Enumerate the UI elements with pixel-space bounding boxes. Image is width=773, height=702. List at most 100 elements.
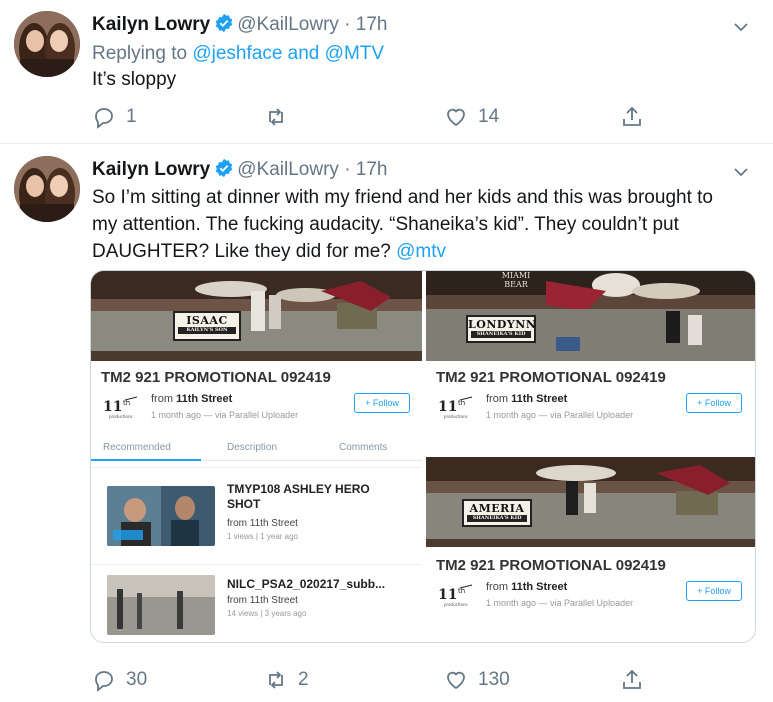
tweet-time[interactable]: · 17h [344, 159, 387, 180]
name-sign: ISAAC KAILYN'S SON [173, 311, 241, 341]
replying-prefix: Replying to [92, 43, 188, 64]
tweet-actions: 30 2 130 [92, 667, 662, 693]
svg-text:productions: productions [109, 414, 133, 419]
svg-text:th: th [123, 399, 130, 407]
like-count: 130 [478, 669, 510, 690]
svg-text:th: th [458, 587, 465, 595]
share-button[interactable] [620, 667, 644, 693]
sign-name: LONDYNN [468, 318, 537, 331]
upload-meta: 1 month ago — via Parallel Uploader [486, 598, 634, 608]
video-thumbnail [107, 486, 215, 546]
heart-icon [447, 108, 465, 127]
tweet-2[interactable]: Kailyn Lowry @KailLowry · 17h So I’m sitt… [0, 145, 773, 702]
chevron-down-icon[interactable] [731, 17, 751, 37]
channel-line: from 11th Street [486, 393, 567, 405]
from-prefix: from [151, 393, 173, 405]
retweet-button[interactable] [264, 104, 298, 130]
name-sign: LONDYNN SHANEIKA'S KID [466, 315, 536, 343]
channel-line: from 11th Street [486, 581, 567, 593]
tab-recommended[interactable]: Recommended [103, 442, 171, 453]
media-image-1[interactable]: ISAAC KAILYN'S SON TM2 921 PROMOTIONAL 0… [91, 271, 422, 467]
video-title: NILC_PSA2_020217_subb... [227, 577, 386, 591]
video-title: TM2 921 PROMOTIONAL 092419 [101, 369, 331, 386]
tweet-header: Kailyn Lowry @KailLowry · 17h [92, 158, 388, 185]
channel-logo-icon: 11 th productions [438, 396, 473, 419]
video-title: TMYP108 ASHLEY HERO SHOT [227, 482, 370, 512]
tweet-text: It’s sloppy [92, 69, 177, 90]
list-item[interactable]: NILC_PSA2_020217_subb... from 11th Stree… [91, 564, 422, 642]
tweet-text-segment: DAUGHTER? Like they did for me? [92, 241, 391, 262]
like-button[interactable]: 14 [444, 104, 499, 130]
channel-name[interactable]: 11th Street [511, 393, 567, 405]
media-grid[interactable]: ISAAC KAILYN'S SON TM2 921 PROMOTIONAL 0… [90, 270, 756, 643]
replying-to-link[interactable]: @jeshface and @MTV [192, 43, 384, 64]
author-name[interactable]: Kailyn Lowry [92, 159, 210, 180]
reply-icon [95, 671, 113, 692]
video-tabs [426, 437, 755, 455]
video-title-line: TMYP108 ASHLEY HERO [227, 482, 370, 496]
verified-badge-icon [214, 158, 234, 185]
share-icon [623, 669, 641, 689]
video-meta: 1 views | 1 year ago [227, 532, 299, 541]
share-button[interactable] [620, 104, 644, 130]
svg-text:productions: productions [444, 602, 468, 607]
video-meta: 14 views | 3 years ago [227, 609, 307, 618]
follow-button[interactable]: + Follow [686, 581, 742, 601]
tab-description[interactable]: Description [227, 442, 277, 453]
author-handle[interactable]: @KailLowry [237, 159, 339, 180]
upload-meta: 1 month ago — via Parallel Uploader [486, 410, 634, 420]
channel-name[interactable]: 11th Street [176, 393, 232, 405]
media-image-2[interactable]: MIAMI BEAR LONDYNN SHANEIKA'S KID TM2 92… [425, 271, 755, 455]
upload-meta: 1 month ago — via Parallel Uploader [151, 410, 299, 420]
tweet-text-line: my attention. The fucking audacity. “Sha… [92, 214, 679, 235]
media-image-4[interactable]: TMYP108 ASHLEY HERO SHOT from 11th Stree… [91, 467, 422, 642]
share-icon [623, 106, 641, 126]
svg-text:th: th [458, 399, 465, 407]
avatar[interactable] [14, 156, 80, 222]
author-handle[interactable]: @KailLowry [237, 14, 339, 35]
like-count: 14 [478, 106, 500, 127]
chevron-down-icon[interactable] [731, 162, 751, 182]
sign-subtitle: SHANEIKA'S KID [467, 515, 527, 522]
mention-link[interactable]: @mtv [396, 241, 446, 262]
svg-text:11: 11 [103, 399, 122, 415]
reply-button[interactable]: 30 [92, 667, 147, 693]
svg-text:11: 11 [438, 399, 457, 415]
sign-name: AMERIA [469, 502, 525, 515]
retweet-icon [269, 108, 283, 126]
video-thumbnail [107, 575, 215, 635]
tab-comments[interactable]: Comments [339, 442, 387, 453]
reply-button[interactable]: 1 [92, 104, 137, 130]
photo-teppanyaki: MIAMI BEAR LONDYNN SHANEIKA'S KID [426, 271, 755, 361]
tweet-text-line: So I’m sitting at dinner with my friend … [92, 187, 713, 208]
media-image-3[interactable]: AMERIA SHANEIKA'S KID TM2 921 PROMOTIONA… [425, 457, 755, 642]
video-title-line: SHOT [227, 497, 261, 511]
author-name[interactable]: Kailyn Lowry [92, 14, 210, 35]
list-item[interactable]: TMYP108 ASHLEY HERO SHOT from 11th Stree… [91, 480, 422, 560]
follow-button[interactable]: + Follow [686, 393, 742, 413]
tweet-1[interactable]: Kailyn Lowry @KailLowry · 17h Replying to… [0, 0, 773, 144]
retweet-button[interactable]: 2 [264, 667, 309, 693]
sign-name: ISAAC [186, 314, 228, 327]
reply-icon [95, 108, 113, 129]
follow-button[interactable]: + Follow [354, 393, 410, 413]
sign-subtitle: KAILYN'S SON [178, 327, 236, 334]
photo-teppanyaki: AMERIA SHANEIKA'S KID [426, 457, 755, 547]
video-title: TM2 921 PROMOTIONAL 092419 [436, 369, 666, 386]
svg-text:11: 11 [438, 587, 457, 603]
name-sign: AMERIA SHANEIKA'S KID [462, 499, 532, 527]
photo-teppanyaki: ISAAC KAILYN'S SON [91, 271, 422, 361]
video-channel: from 11th Street [227, 595, 298, 606]
channel-logo-icon: 11 th productions [103, 396, 138, 419]
channel-name[interactable]: 11th Street [511, 581, 567, 593]
avatar[interactable] [14, 11, 80, 77]
active-tab-indicator [91, 459, 201, 461]
svg-text:productions: productions [444, 414, 468, 419]
video-title: TM2 921 PROMOTIONAL 092419 [436, 557, 666, 574]
tweet-header: Kailyn Lowry @KailLowry · 17h [92, 13, 388, 40]
tweet-time[interactable]: · 17h [344, 14, 387, 35]
like-button[interactable]: 130 [444, 667, 510, 693]
channel-line: from 11th Street [151, 393, 232, 405]
tweet-actions: 1 14 [92, 104, 662, 130]
video-tabs: Recommended Description Comments [91, 435, 422, 461]
